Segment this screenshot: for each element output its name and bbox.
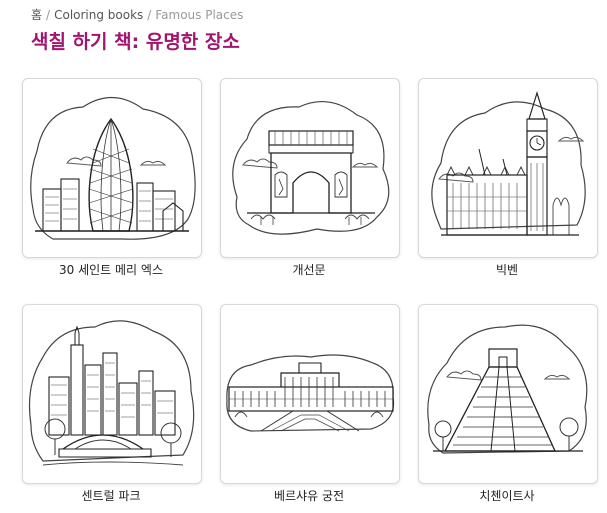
coloring-card-label[interactable]: 베르샤유 궁전	[220, 487, 398, 504]
gherkin-tower-drawing-icon	[30, 96, 196, 240]
central-park-drawing-icon	[28, 320, 195, 466]
coloring-page-grid: 30 세인트 메리 엑스 개선문 빅벤 센트럴 파크 베르샤유 궁전 치첸이트사	[22, 78, 602, 508]
versailles-palace-drawing-icon	[226, 354, 395, 432]
coloring-card-central-park[interactable]	[22, 304, 202, 484]
arc-de-triomphe-drawing-icon	[232, 101, 390, 235]
coloring-card-label[interactable]: 개선문	[220, 261, 398, 278]
breadcrumb-current: Famous Places	[155, 7, 244, 22]
coloring-card-label[interactable]: 치첸이트사	[418, 487, 596, 504]
breadcrumb-coloring-books-link[interactable]: Coloring books	[54, 8, 143, 22]
coloring-card-label[interactable]: 빅벤	[418, 261, 596, 278]
breadcrumb: 홈 / Coloring books / Famous Places	[31, 6, 243, 23]
coloring-card-chichen-itza[interactable]	[418, 304, 598, 484]
coloring-card-big-ben[interactable]	[418, 78, 598, 258]
coloring-card-gherkin[interactable]	[22, 78, 202, 258]
coloring-card-versailles[interactable]	[220, 304, 400, 484]
breadcrumb-home-link[interactable]: 홈	[31, 6, 42, 23]
breadcrumb-separator: /	[46, 7, 51, 22]
coloring-card-label[interactable]: 30 세인트 메리 엑스	[22, 261, 200, 278]
chichen-itza-drawing-icon	[427, 324, 588, 454]
page-title: 색칠 하기 책: 유명한 장소	[31, 31, 240, 53]
coloring-card-arc-de-triomphe[interactable]	[220, 78, 400, 258]
big-ben-drawing-icon	[431, 90, 586, 236]
breadcrumb-separator: /	[147, 7, 152, 22]
coloring-card-label[interactable]: 센트럴 파크	[22, 487, 200, 504]
